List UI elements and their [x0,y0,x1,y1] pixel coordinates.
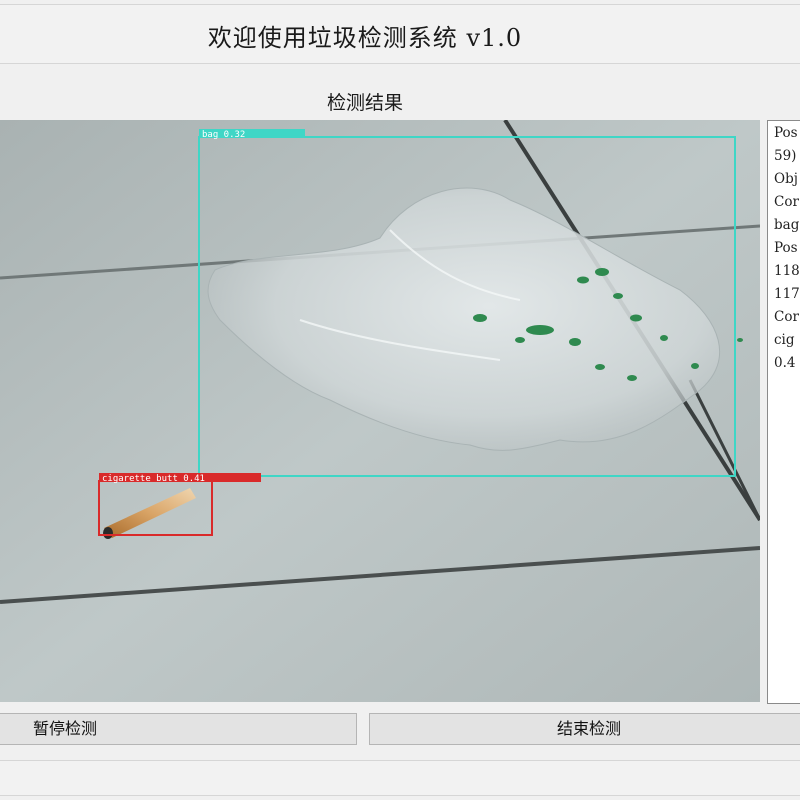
log-line: bag [774,217,800,233]
bag-detection-label: bag 0.32 [202,130,245,140]
log-line: cig [774,332,795,348]
log-line: Obj [774,171,798,187]
results-heading: 检测结果 [326,92,403,114]
log-line: 118 [774,263,800,279]
log-line: Pos [774,240,798,256]
log-line: 117 [774,286,800,302]
cigarette-butt-detection-label: cigarette butt 0.41 [102,474,205,484]
log-line: Cor [774,309,799,325]
detection-log[interactable]: Pos 59) Obj Cor bag Pos 118 117 Cor cig … [767,120,800,704]
log-line: Pos [774,125,798,141]
log-line: Cor [774,194,799,210]
status-bar [0,760,800,796]
pause-detection-button[interactable]: 暂停检测 [0,713,357,745]
detection-image: bag 0.32 cigarette butt 0.41 [0,120,760,702]
log-line: 59) [774,148,797,164]
pause-detection-label: 暂停检测 [33,719,98,738]
log-line: 0.4 [774,355,796,371]
app-title: 欢迎使用垃圾检测系统 v1.0 [207,24,523,52]
stop-detection-button[interactable]: 结束检测 [369,713,800,745]
